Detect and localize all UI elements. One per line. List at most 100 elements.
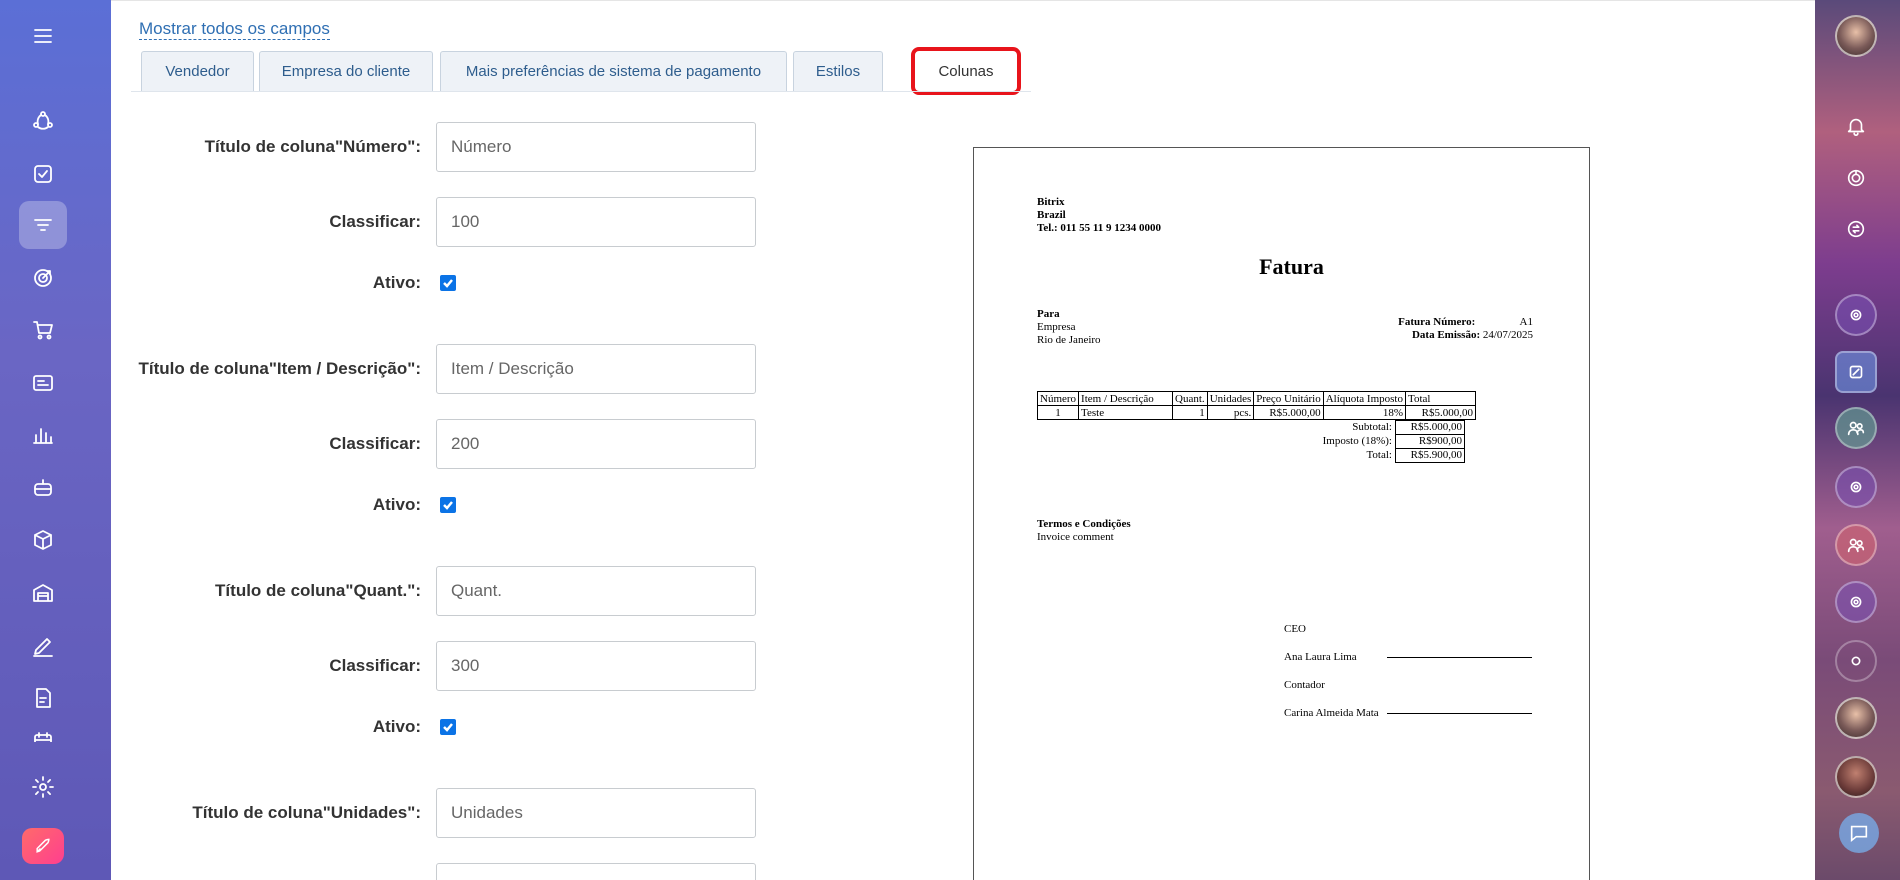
settings-icon[interactable]	[19, 763, 67, 811]
open-line[interactable]	[1835, 466, 1877, 508]
form-row-quant-active: Ativo:	[111, 702, 761, 752]
invoice-icon[interactable]	[19, 359, 67, 407]
crm-icon[interactable]	[19, 97, 67, 145]
channel-chat[interactable]	[1835, 351, 1877, 393]
item-title-input[interactable]: Item / Descrição	[436, 344, 756, 394]
numero-sort-input[interactable]: 100	[436, 197, 756, 247]
col-header: Unidades	[1206, 391, 1255, 406]
terms-title: Termos e Condições	[1037, 518, 1131, 530]
item-sort-input[interactable]: 200	[436, 419, 756, 469]
form-row-quant-sort: Classificar: 300	[111, 641, 761, 691]
tasks-icon[interactable]	[19, 150, 67, 198]
invoice-meta: Fatura Número: A1 Data Emissão: 24/07/20…	[1398, 316, 1533, 342]
show-all-fields-link[interactable]: Mostrar todos os campos	[139, 19, 330, 40]
subtotal-value: R$5.000,00	[1395, 420, 1465, 435]
sign2-name: Carina Almeida Mata	[1284, 707, 1379, 719]
team-chat[interactable]	[1835, 407, 1877, 449]
main-content: Mostrar todos os campos Vendedor Empresa…	[111, 0, 1815, 880]
unidades-sort-input[interactable]	[436, 863, 756, 880]
signature-line	[1387, 713, 1532, 714]
form-row-quant-title: Título de coluna"Quant.": Quant.	[111, 566, 761, 616]
sign1-role: CEO	[1284, 623, 1306, 635]
field-label: Classificar:	[329, 656, 421, 675]
form-row-numero-active: Ativo:	[111, 258, 761, 308]
cart-icon[interactable]	[19, 306, 67, 354]
robot-icon[interactable]	[19, 464, 67, 512]
number-value: A1	[1519, 316, 1533, 328]
check-icon	[443, 723, 453, 732]
document-icon[interactable]	[19, 674, 67, 722]
check-icon	[443, 279, 453, 288]
form-row-numero-title: Título de coluna"Número": Número	[111, 122, 761, 172]
empty-chat[interactable]	[1835, 640, 1877, 682]
bell-icon[interactable]	[1835, 105, 1877, 147]
chat-icon[interactable]	[1839, 813, 1879, 853]
box-icon[interactable]	[19, 516, 67, 564]
unidades-title-input[interactable]: Unidades	[436, 788, 756, 838]
terms-text: Invoice comment	[1037, 531, 1114, 543]
tab-colunas[interactable]: Colunas	[911, 47, 1021, 95]
item-active-checkbox[interactable]	[440, 497, 456, 513]
field-label: Classificar:	[329, 434, 421, 453]
tab-empresa-do-cliente[interactable]: Empresa do cliente	[259, 51, 433, 91]
quant-sort-input[interactable]: 300	[436, 641, 756, 691]
filter-icon[interactable]	[19, 201, 67, 249]
form-row-item-sort: Classificar: 200	[111, 419, 761, 469]
form-row-numero-sort: Classificar: 100	[111, 197, 761, 247]
col-header: Preço Unitário	[1253, 391, 1324, 406]
sign2-name-row: Carina Almeida Mata	[1284, 699, 1534, 727]
group-chat[interactable]	[1835, 294, 1877, 336]
copilot-chat[interactable]	[1835, 581, 1877, 623]
date-value: 24/07/2025	[1482, 329, 1533, 341]
table-row: 1 Teste 1 pcs. R$5.000,00 18% R$5.000,00	[1036, 405, 1476, 420]
calendar-icon[interactable]	[19, 722, 67, 742]
invoice-preview: Bitrix Brazil Tel.: 011 55 11 9 1234 000…	[973, 147, 1590, 880]
menu-icon[interactable]	[19, 12, 67, 60]
quant-title-input[interactable]: Quant.	[436, 566, 756, 616]
contacts-chat[interactable]	[1835, 524, 1877, 566]
sign-icon[interactable]	[19, 622, 67, 670]
invoice-signatures: CEO Ana Laura Lima Contador Carina Almei…	[1284, 615, 1534, 727]
invoice-recipient: Para Empresa Rio de Janeiro	[1037, 308, 1101, 347]
table-header-row: Número Item / Descrição Quant. Unidades …	[1036, 391, 1476, 406]
tab-estilos[interactable]: Estilos	[793, 51, 883, 91]
target-icon[interactable]	[19, 254, 67, 302]
chart-icon[interactable]	[19, 411, 67, 459]
check-icon	[443, 501, 453, 510]
warehouse-icon[interactable]	[19, 569, 67, 617]
numero-active-checkbox[interactable]	[440, 275, 456, 291]
form-row-unidades-sort	[111, 863, 761, 880]
quant-active-checkbox[interactable]	[440, 719, 456, 735]
table-cell: Teste	[1078, 405, 1174, 420]
invoice-seller: Bitrix Brazil Tel.: 011 55 11 9 1234 000…	[1037, 196, 1161, 235]
table-cell: R$5.000,00	[1253, 405, 1324, 420]
user-avatar[interactable]	[1835, 15, 1877, 57]
sync-icon[interactable]	[1835, 208, 1877, 250]
numero-title-input[interactable]: Número	[436, 122, 756, 172]
col-header: Número	[1036, 391, 1080, 406]
total-value: R$5.900,00	[1395, 448, 1465, 463]
number-label: Fatura Número:	[1398, 316, 1476, 328]
invoice-terms: Termos e Condições Invoice comment	[1037, 518, 1131, 544]
tab-vendedor[interactable]: Vendedor	[141, 51, 254, 91]
field-label: Ativo:	[372, 717, 421, 736]
field-label: Título de coluna"Item / Descrição":	[138, 359, 421, 378]
copilot-icon[interactable]	[1835, 157, 1877, 199]
sign1-name: Ana Laura Lima	[1284, 651, 1357, 663]
tab-preferencias-pagamento[interactable]: Mais preferências de sistema de pagament…	[440, 51, 787, 91]
invoice-title: Fatura	[1259, 254, 1324, 279]
col-header: Total	[1405, 391, 1476, 406]
contact-avatar[interactable]	[1835, 697, 1877, 739]
col-header: Alíquota Imposto	[1322, 391, 1407, 406]
right-sidebar	[1815, 0, 1900, 880]
subtotal-label: Subtotal:	[1352, 421, 1392, 433]
field-label: Título de coluna"Número":	[204, 137, 421, 156]
table-cell: pcs.	[1206, 405, 1255, 420]
group-avatar[interactable]	[1835, 756, 1877, 798]
tabs-divider	[131, 91, 1031, 92]
table-cell: 1	[1036, 405, 1080, 420]
to-city: Rio de Janeiro	[1037, 334, 1101, 346]
rocket-icon[interactable]	[22, 828, 64, 864]
tax-label: Imposto (18%):	[1322, 435, 1392, 447]
form-row-unidades-title: Título de coluna"Unidades": Unidades	[111, 788, 761, 838]
